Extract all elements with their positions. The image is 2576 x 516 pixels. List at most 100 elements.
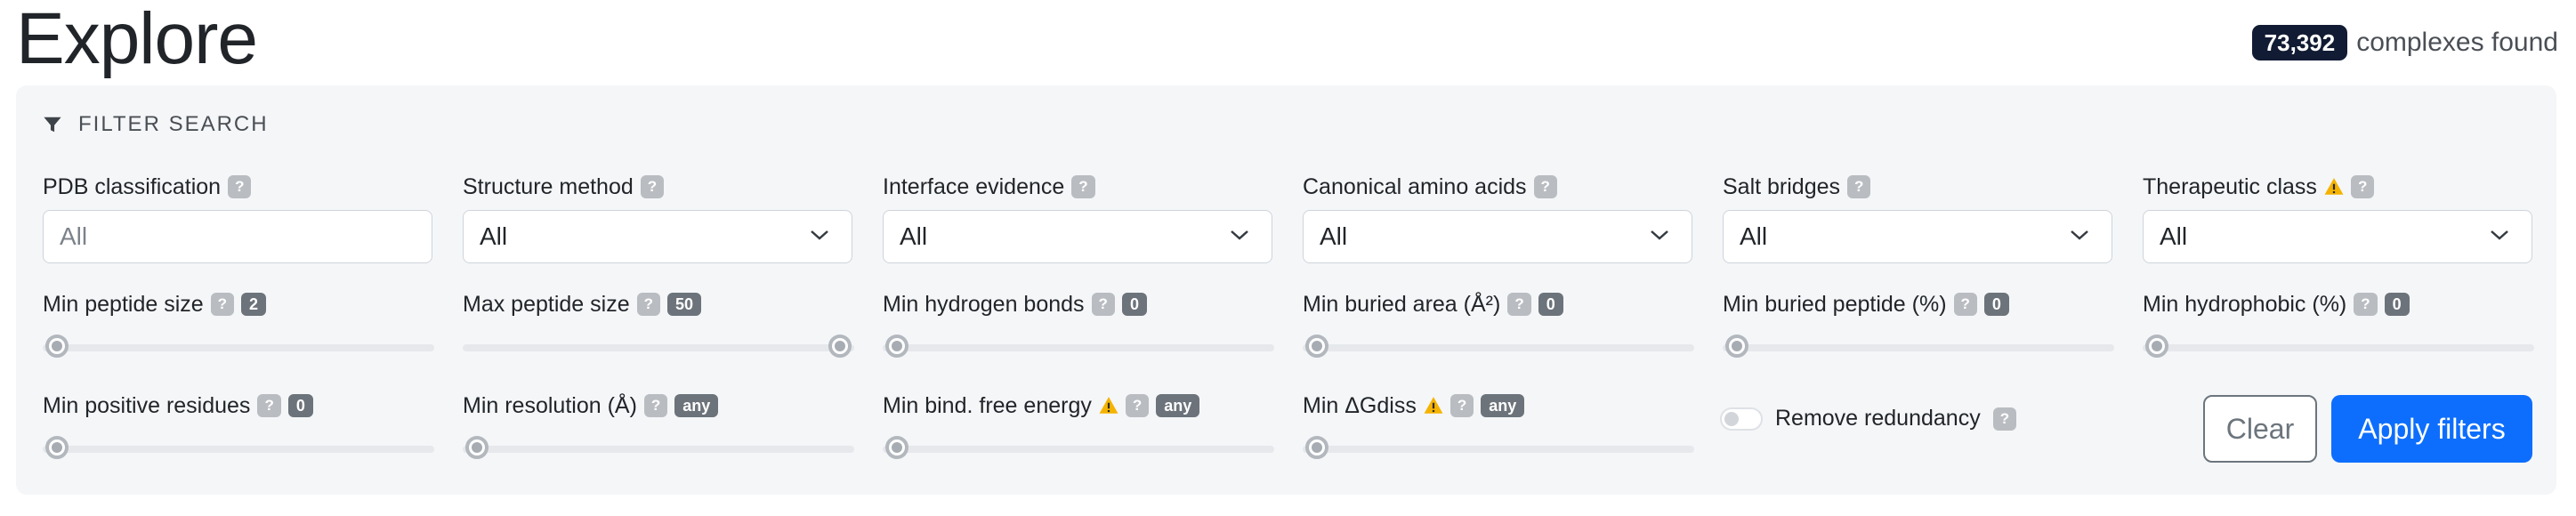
filter-min-buried-area: Min buried area (Å²)? 0 [1303,288,1694,358]
warning-icon [1424,397,1443,414]
interface-evidence-select[interactable]: All [883,210,1272,263]
filter-label-row: Canonical amino acids? [1303,171,1694,203]
results-count-label: complexes found [2356,28,2558,57]
filter-header: FILTER SEARCH [43,112,269,137]
filter-min-gdiss: Min ΔGdiss? any [1303,390,1694,459]
filter-label-row: Min ΔGdiss? any [1303,390,1694,422]
help-icon[interactable]: ? [636,293,660,316]
help-icon[interactable]: ? [1992,407,2017,431]
select-value: All [900,222,928,250]
slider-thumb[interactable] [1305,335,1328,358]
value-badge: 0 [1538,293,1563,316]
help-icon[interactable]: ? [1953,293,1977,316]
min-buried-peptide-slider[interactable] [1723,335,2114,358]
help-icon[interactable]: ? [2354,293,2378,316]
filter-label: Min peptide size [43,291,204,317]
remove-redundancy-control: Remove redundancy ? [1720,406,2017,431]
filter-label-row: Min buried peptide (%)? 0 [1723,288,2114,320]
page-title: Explore [16,0,258,79]
remove-redundancy-toggle[interactable] [1720,407,1763,431]
min-resolution-slider[interactable] [463,436,854,459]
filter-header-label: FILTER SEARCH [78,112,269,136]
results-count-badge: 73,392 [2251,25,2348,60]
slider-thumb[interactable] [1725,335,1748,358]
filter-label: Min positive residues [43,392,251,418]
min-peptide-size-slider[interactable] [43,335,434,358]
filter-min-positive-residues: Min positive residues? 0 [43,390,434,459]
help-icon[interactable]: ? [1507,293,1531,316]
value-badge: 50 [667,293,702,316]
clear-button[interactable]: Clear [2203,395,2317,463]
min-bind-free-energy-slider[interactable] [883,436,1274,459]
filter-panel: FILTER SEARCH PDB classification? All Stru… [16,85,2556,495]
slider-thumb[interactable] [885,335,908,358]
filter-salt-bridges: Salt bridges? All [1723,171,2114,263]
slider-thumb[interactable] [2145,335,2168,358]
help-icon[interactable]: ? [640,175,665,198]
warning-icon [2324,178,2344,195]
filter-label: Max peptide size [463,291,630,317]
help-icon[interactable]: ? [1091,293,1115,316]
chevron-down-icon [1651,230,1668,240]
filter-label: Min hydrophobic (%) [2143,291,2347,317]
help-icon[interactable]: ? [1071,175,1095,198]
filter-min-bind-free-energy: Min bind. free energy? any [883,390,1274,459]
canonical-amino-acids-select[interactable]: All [1303,210,1692,263]
slider-thumb[interactable] [45,335,69,358]
filter-label: Canonical amino acids [1303,173,1527,199]
filter-therapeutic-class: Therapeutic class? All [2143,171,2534,263]
structure-method-select[interactable]: All [463,210,852,263]
salt-bridges-select[interactable]: All [1723,210,2112,263]
filter-label: PDB classification [43,173,222,199]
filter-min-hydrophobic: Min hydrophobic (%)? 0 [2143,288,2534,358]
pdb-classification-input[interactable]: All [43,210,432,263]
filter-label-row: Interface evidence? [883,171,1274,203]
slider-thumb[interactable] [885,436,908,459]
filter-label-row: Salt bridges? [1723,171,2114,203]
min-hydrogen-bonds-slider[interactable] [883,335,1274,358]
filter-label: Min hydrogen bonds [883,291,1085,317]
max-peptide-size-slider[interactable] [463,335,854,358]
therapeutic-class-select[interactable]: All [2143,210,2532,263]
value-badge: 0 [1121,293,1147,316]
value-badge: 2 [241,293,267,316]
filter-min-hydrogen-bonds: Min hydrogen bonds? 0 [883,288,1274,358]
value-badge: 0 [1983,293,2009,316]
min-hydrophobic-slider[interactable] [2143,335,2534,358]
filter-label-row: Min bind. free energy? any [883,390,1274,422]
filter-label: Min buried area (Å²) [1303,291,1501,317]
chevron-down-icon [2491,230,2508,240]
select-value: All [2160,222,2188,250]
filter-structure-method: Structure method? All [463,171,854,263]
min-buried-area-slider[interactable] [1303,335,1694,358]
filter-label: Therapeutic class [2143,173,2317,199]
slider-thumb[interactable] [828,335,852,358]
results-count: 73,392 complexes found [2251,25,2558,60]
help-icon[interactable]: ? [210,293,235,316]
filter-label-row: Min resolution (Å)? any [463,390,854,422]
filter-label-row: Therapeutic class? [2143,171,2534,203]
slider-thumb[interactable] [465,436,489,459]
funnel-icon [44,117,61,133]
select-value: All [480,222,508,250]
help-icon[interactable]: ? [643,394,668,417]
slider-thumb[interactable] [1305,436,1328,459]
help-icon[interactable]: ? [228,175,252,198]
min-gdiss-slider[interactable] [1303,436,1694,459]
help-icon[interactable]: ? [1533,175,1557,198]
slider-thumb[interactable] [45,436,69,459]
filter-label: Min ΔGdiss [1303,392,1417,418]
filter-label-row: PDB classification? [43,171,434,203]
help-icon[interactable]: ? [2350,175,2375,198]
filter-label-row: Min hydrophobic (%)? 0 [2143,288,2534,320]
filter-label-row: Min hydrogen bonds? 0 [883,288,1274,320]
help-icon[interactable]: ? [1847,175,1871,198]
min-positive-residues-slider[interactable] [43,436,434,459]
filter-canonical-amino-acids: Canonical amino acids? All [1303,171,1694,263]
value-badge: 0 [287,394,313,417]
apply-filters-button[interactable]: Apply filters [2331,395,2532,463]
help-icon[interactable]: ? [257,394,281,417]
help-icon[interactable]: ? [1450,394,1474,417]
value-badge: any [1156,394,1200,417]
help-icon[interactable]: ? [1125,394,1150,417]
